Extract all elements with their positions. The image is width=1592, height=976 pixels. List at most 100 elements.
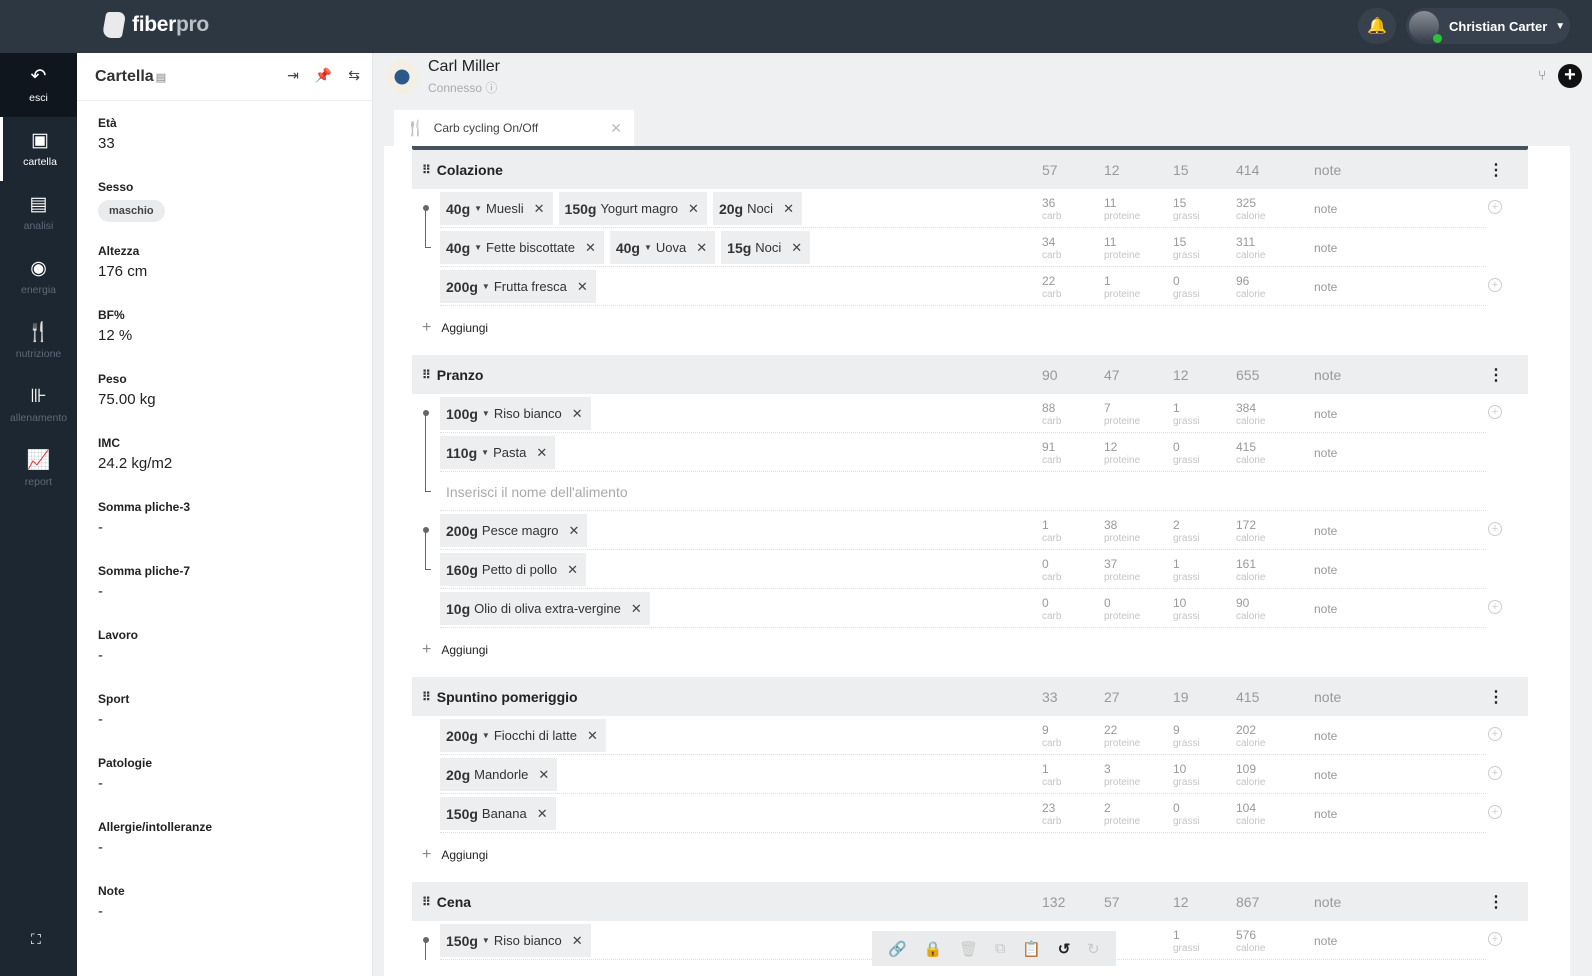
add-food-button[interactable]: + Aggiungi [412, 833, 1570, 876]
food-quantity[interactable]: 40g [446, 201, 470, 217]
food-quantity[interactable]: 10g [446, 601, 470, 617]
more-options-icon[interactable]: ⋮ [1488, 892, 1504, 912]
remove-food-icon[interactable]: ✕ [569, 523, 580, 539]
remove-food-icon[interactable]: ✕ [585, 240, 596, 256]
copy-icon[interactable]: ⧉ [995, 940, 1006, 957]
food-chip[interactable]: 150g Banana ✕ [440, 797, 556, 830]
remove-food-icon[interactable]: ✕ [631, 601, 642, 617]
food-quantity[interactable]: 20g [719, 201, 743, 217]
food-quantity[interactable]: 150g [446, 933, 478, 949]
food-chip[interactable]: 200g ▼ Fiocchi di latte ✕ [440, 719, 606, 752]
food-chip[interactable]: 150g ▼ Riso bianco ✕ [440, 924, 591, 957]
remove-food-icon[interactable]: ✕ [577, 279, 588, 295]
user-menu[interactable]: Christian Carter ▼ [1406, 8, 1570, 44]
add-alternative-icon[interactable]: + [1488, 932, 1502, 946]
food-search-input[interactable]: Inserisci il nome dell'alimento [446, 484, 628, 500]
link-icon[interactable]: 🔗 [888, 940, 907, 958]
notifications-bell-icon[interactable]: 🔔 [1358, 8, 1396, 44]
food-quantity[interactable]: 100g [446, 406, 478, 422]
food-quantity[interactable]: 200g [446, 279, 478, 295]
toggle-settings-icon[interactable]: ⇆ [348, 67, 360, 84]
add-food-button[interactable]: + Aggiungi [412, 306, 1570, 349]
food-quantity[interactable]: 110g [446, 445, 477, 461]
food-chip[interactable]: 200g ▼ Frutta fresca ✕ [440, 270, 596, 303]
caret-down-icon[interactable]: ▼ [644, 243, 652, 252]
remove-food-icon[interactable]: ✕ [567, 562, 578, 578]
meal-note[interactable]: note [1314, 367, 1341, 383]
food-chip[interactable]: 100g ▼ Riso bianco ✕ [440, 397, 591, 430]
add-alternative-icon[interactable]: + [1488, 600, 1502, 614]
food-chip[interactable]: 150g Yogurt magro ✕ [558, 192, 707, 225]
caret-down-icon[interactable]: ▼ [481, 448, 489, 457]
more-options-icon[interactable]: ⋮ [1488, 687, 1504, 707]
row-note[interactable]: note [1314, 768, 1337, 782]
food-quantity[interactable]: 200g [446, 728, 478, 744]
row-note[interactable]: note [1314, 563, 1337, 577]
caret-down-icon[interactable]: ▼ [482, 936, 490, 945]
close-tab-icon[interactable]: ✕ [610, 120, 622, 137]
food-chip[interactable]: 110g ▼ Pasta ✕ [440, 436, 556, 469]
caret-down-icon[interactable]: ▼ [482, 731, 490, 740]
drag-handle-icon[interactable]: ⠿ [422, 368, 431, 382]
remove-food-icon[interactable]: ✕ [572, 406, 583, 422]
row-note[interactable]: note [1314, 524, 1337, 538]
remove-food-icon[interactable]: ✕ [538, 767, 549, 783]
drag-handle-icon[interactable]: ⠿ [422, 163, 431, 177]
meal-note[interactable]: note [1314, 894, 1341, 910]
food-quantity[interactable]: 200g [446, 523, 478, 539]
remove-food-icon[interactable]: ✕ [783, 201, 794, 217]
food-chip[interactable]: 40g ▼ Fette biscottate ✕ [440, 231, 604, 264]
row-note[interactable]: note [1314, 407, 1337, 421]
food-chip[interactable]: 15g Noci ✕ [721, 231, 811, 264]
row-note[interactable]: note [1314, 241, 1337, 255]
food-quantity[interactable]: 150g [446, 806, 478, 822]
branch-icon[interactable]: ⑂ [1538, 67, 1546, 83]
remove-food-icon[interactable]: ✕ [536, 445, 547, 461]
nav-item-analisi[interactable]: ▤ analisi [0, 181, 77, 245]
food-quantity[interactable]: 150g [565, 201, 597, 217]
food-chip[interactable]: 160g Petto di pollo ✕ [440, 553, 586, 586]
food-chip[interactable]: 40g ▼ Muesli ✕ [440, 192, 553, 225]
trash-icon[interactable]: 🗑 [959, 940, 978, 958]
collapse-panel-icon[interactable]: ⇥ [287, 67, 299, 84]
food-quantity[interactable]: 160g [446, 562, 478, 578]
nav-item-esci[interactable]: ↶ esci [0, 53, 77, 117]
food-quantity[interactable]: 40g [616, 240, 640, 256]
fullscreen-icon[interactable]: ⛶ [31, 931, 41, 948]
paste-icon[interactable]: 📋 [1022, 940, 1041, 958]
row-note[interactable]: note [1314, 446, 1337, 460]
tab-carb-cycling[interactable]: 🍴 Carb cycling On/Off ✕ [394, 110, 634, 146]
pin-icon[interactable]: 📌 [315, 67, 332, 84]
food-chip[interactable]: 10g Olio di oliva extra-vergine ✕ [440, 592, 650, 625]
nav-item-nutrizione[interactable]: 🍴 nutrizione [0, 309, 77, 373]
nav-item-allenamento[interactable]: ⊪ allenamento [0, 373, 77, 437]
redo-icon[interactable]: ↻ [1087, 940, 1100, 958]
row-note[interactable]: note [1314, 602, 1337, 616]
food-chip[interactable]: 20g Mandorle ✕ [440, 758, 558, 791]
food-chip[interactable]: 40g ▼ Uova ✕ [609, 231, 716, 264]
food-quantity[interactable]: 15g [727, 240, 751, 256]
add-alternative-icon[interactable]: + [1488, 522, 1502, 536]
lock-icon[interactable]: 🔒 [924, 940, 943, 958]
remove-food-icon[interactable]: ✕ [688, 201, 699, 217]
caret-down-icon[interactable]: ▼ [482, 282, 490, 291]
row-note[interactable]: note [1314, 934, 1337, 948]
more-options-icon[interactable]: ⋮ [1488, 365, 1504, 385]
food-chip[interactable]: 20g Noci ✕ [712, 192, 802, 225]
add-alternative-icon[interactable]: + [1488, 405, 1502, 419]
nav-item-energia[interactable]: ◉ energia [0, 245, 77, 309]
nav-item-report[interactable]: 📈 report [0, 437, 77, 501]
food-chip[interactable]: 200g Pesce magro ✕ [440, 514, 588, 547]
remove-food-icon[interactable]: ✕ [587, 728, 598, 744]
row-note[interactable]: note [1314, 807, 1337, 821]
info-icon[interactable]: ⓘ [485, 81, 497, 95]
add-button[interactable]: + [1558, 64, 1582, 88]
add-alternative-icon[interactable]: + [1488, 278, 1502, 292]
remove-food-icon[interactable]: ✕ [537, 806, 548, 822]
caret-down-icon[interactable]: ▼ [482, 409, 490, 418]
fiberpro-logo[interactable]: fiberpro [101, 12, 209, 38]
nav-item-cartella[interactable]: ▣ cartella [0, 117, 77, 181]
food-quantity[interactable]: 40g [446, 240, 470, 256]
row-note[interactable]: note [1314, 729, 1337, 743]
remove-food-icon[interactable]: ✕ [534, 201, 545, 217]
